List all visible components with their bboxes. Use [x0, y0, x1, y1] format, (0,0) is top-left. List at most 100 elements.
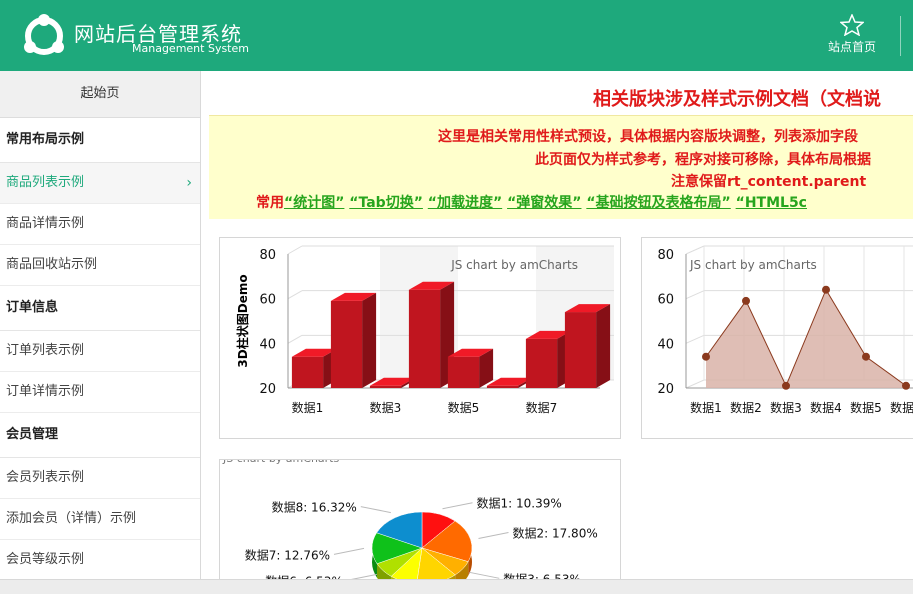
data-point [782, 381, 790, 390]
sidebar-item-product-list[interactable]: 商品列表示例 › [0, 163, 200, 204]
sidebar-group-members: 会员管理 [0, 413, 200, 458]
notice-line-2: 此页面仅为样式参考，程序对接可移除，具体布局根据 [535, 152, 871, 168]
main-content: 相关版块涉及样式示例文档（文档说 这里是相关常用性样式预设，具体根据内容版块调整… [201, 71, 913, 593]
x-tick-label: 数据5 [448, 400, 480, 415]
sidebar-item-label: 订单列表示例 [6, 343, 85, 358]
site-home-button[interactable]: 站点首页 [818, 14, 886, 64]
y-tick-label: 40 [657, 337, 674, 352]
sidebar-item-label: 订单详情示例 [6, 384, 85, 399]
chart-watermark: JS chart by amCharts [222, 460, 339, 465]
notice-line-1: 这里是相关常用性样式预设，具体根据内容版块调整，列表添加字段 [438, 129, 858, 145]
data-point [862, 352, 870, 361]
horizontal-scrollbar[interactable] [0, 579, 913, 594]
bar-chart: 20 40 60 80 JS chart by amCharts 3D柱状图Demo 数据1… [235, 245, 614, 415]
area-chart-panel: 20 40 60 80 数据1 数据2 数据3 数据4 数据5 数据6 JS chart by am… [641, 237, 913, 439]
data-point [822, 285, 830, 294]
x-tick-label: 数据1 [292, 400, 324, 415]
x-tick-label: 数据4 [810, 400, 842, 415]
notice-line-3: 注意保留rt_content.parent [671, 174, 867, 190]
pie-label: 数据2: 17.80% [512, 525, 597, 540]
header-divider [900, 16, 901, 56]
notice-prefix: 常用 [256, 195, 284, 211]
sidebar-item-label: 商品详情示例 [6, 216, 85, 231]
y-tick-label: 20 [259, 382, 276, 397]
logo-icon [24, 14, 64, 55]
bar [486, 385, 519, 388]
sidebar-item-member-level[interactable]: 会员等级示例 [0, 540, 200, 581]
data-point [742, 296, 750, 305]
grid-diagonal [685, 290, 705, 300]
notice-box: 这里是相关常用性样式预设，具体根据内容版块调整，列表添加字段 此页面仅为样式参考… [209, 115, 913, 219]
pie-label-line [469, 571, 500, 579]
chart-watermark: JS chart by amCharts [689, 258, 817, 272]
link-html5[interactable]: “HTML5c [736, 195, 807, 211]
sidebar-item-member-list[interactable]: 会员列表示例 [0, 458, 200, 499]
top-header: 网站后台管理系统 Management System 站点首页 [0, 0, 913, 71]
y-tick-label: 20 [657, 382, 674, 397]
data-point [702, 352, 710, 361]
link-chart[interactable]: “统计图” [284, 195, 344, 211]
pie-chart: JS chart by amCharts 数据1: 10.39% 数据2: 17.8… [222, 460, 598, 593]
y-tick-label: 80 [657, 248, 674, 263]
data-point [902, 381, 910, 390]
link-loading[interactable]: “加载进度” [428, 195, 502, 211]
grid-diagonal [287, 290, 303, 300]
pie-chart-panel: JS chart by amCharts 数据1: 10.39% 数据2: 17.8… [219, 459, 621, 593]
bar [330, 300, 363, 388]
chevron-right-icon: › [186, 175, 192, 191]
pie-label: 数据8: 16.32% [272, 500, 357, 515]
bar [291, 356, 324, 388]
sidebar-item-label: 会员列表示例 [6, 470, 85, 485]
sidebar-group-orders: 订单信息 [0, 286, 200, 331]
sidebar: 起始页 常用布局示例 商品列表示例 › 商品详情示例 商品回收站示例 订单信息 … [0, 71, 201, 593]
x-tick-label: 数据3 [370, 400, 402, 415]
chart-watermark: JS chart by amCharts [450, 258, 578, 272]
notice-line-4: 常用“统计图” “Tab切换” “加载进度” “弹窗效果” “基础按钮及表格布局… [256, 192, 807, 212]
grid-diagonal [685, 334, 705, 344]
x-tick-label: 数据1 [690, 400, 722, 415]
sidebar-group-layout: 常用布局示例 [0, 118, 200, 163]
sidebar-item-product-detail[interactable]: 商品详情示例 [0, 204, 200, 245]
bar [408, 289, 441, 388]
sidebar-item-add-member[interactable]: 添加会员（详情）示例 [0, 499, 200, 540]
grid-diagonal [685, 379, 705, 389]
sidebar-item-order-list[interactable]: 订单列表示例 [0, 331, 200, 372]
app-subtitle: Management System [132, 42, 249, 55]
page-title: 相关版块涉及样式示例文档（文档说 [593, 89, 881, 110]
sidebar-item-label: 会员等级示例 [6, 552, 85, 567]
pie-label: 数据7: 12.76% [245, 547, 330, 562]
grid-diagonal [685, 245, 705, 255]
y-axis-label: 3D柱状图Demo [235, 274, 250, 367]
bar-chart-panel: 20 40 60 80 JS chart by amCharts 3D柱状图Demo 数据1… [219, 237, 621, 439]
x-tick-label: 数据7 [526, 400, 558, 415]
link-tab[interactable]: “Tab切换” [349, 195, 423, 211]
pie-label-line [360, 506, 391, 514]
pie-label-line [333, 547, 365, 555]
x-tick-label: 数据6 [890, 400, 913, 415]
bar [525, 338, 558, 388]
bar [564, 312, 597, 388]
sidebar-item-label: 添加会员（详情）示例 [6, 511, 137, 526]
sidebar-item-label: 商品列表示例 [6, 175, 85, 190]
sidebar-start-page[interactable]: 起始页 [0, 71, 200, 118]
link-buttons-table[interactable]: “基础按钮及表格布局” [586, 195, 730, 211]
y-tick-label: 80 [259, 248, 276, 263]
pie-label-line [442, 502, 473, 510]
star-icon [840, 14, 864, 36]
pie-label-line [478, 531, 509, 539]
link-popup[interactable]: “弹窗效果” [507, 195, 581, 211]
bar [447, 356, 480, 388]
y-tick-label: 40 [259, 337, 276, 352]
sidebar-item-product-recycle[interactable]: 商品回收站示例 [0, 245, 200, 286]
grid-diagonal [287, 334, 303, 344]
y-tick-label: 60 [259, 293, 276, 308]
y-tick-label: 60 [657, 293, 674, 308]
area-chart: 20 40 60 80 数据1 数据2 数据3 数据4 数据5 数据6 JS chart by am… [657, 245, 913, 415]
bar-side [362, 292, 377, 388]
sidebar-item-label: 商品回收站示例 [6, 257, 98, 272]
pie-label: 数据1: 10.39% [477, 496, 562, 511]
site-home-label: 站点首页 [827, 40, 876, 54]
bar [369, 385, 402, 388]
sidebar-item-order-detail[interactable]: 订单详情示例 [0, 372, 200, 413]
x-tick-label: 数据5 [850, 400, 882, 415]
